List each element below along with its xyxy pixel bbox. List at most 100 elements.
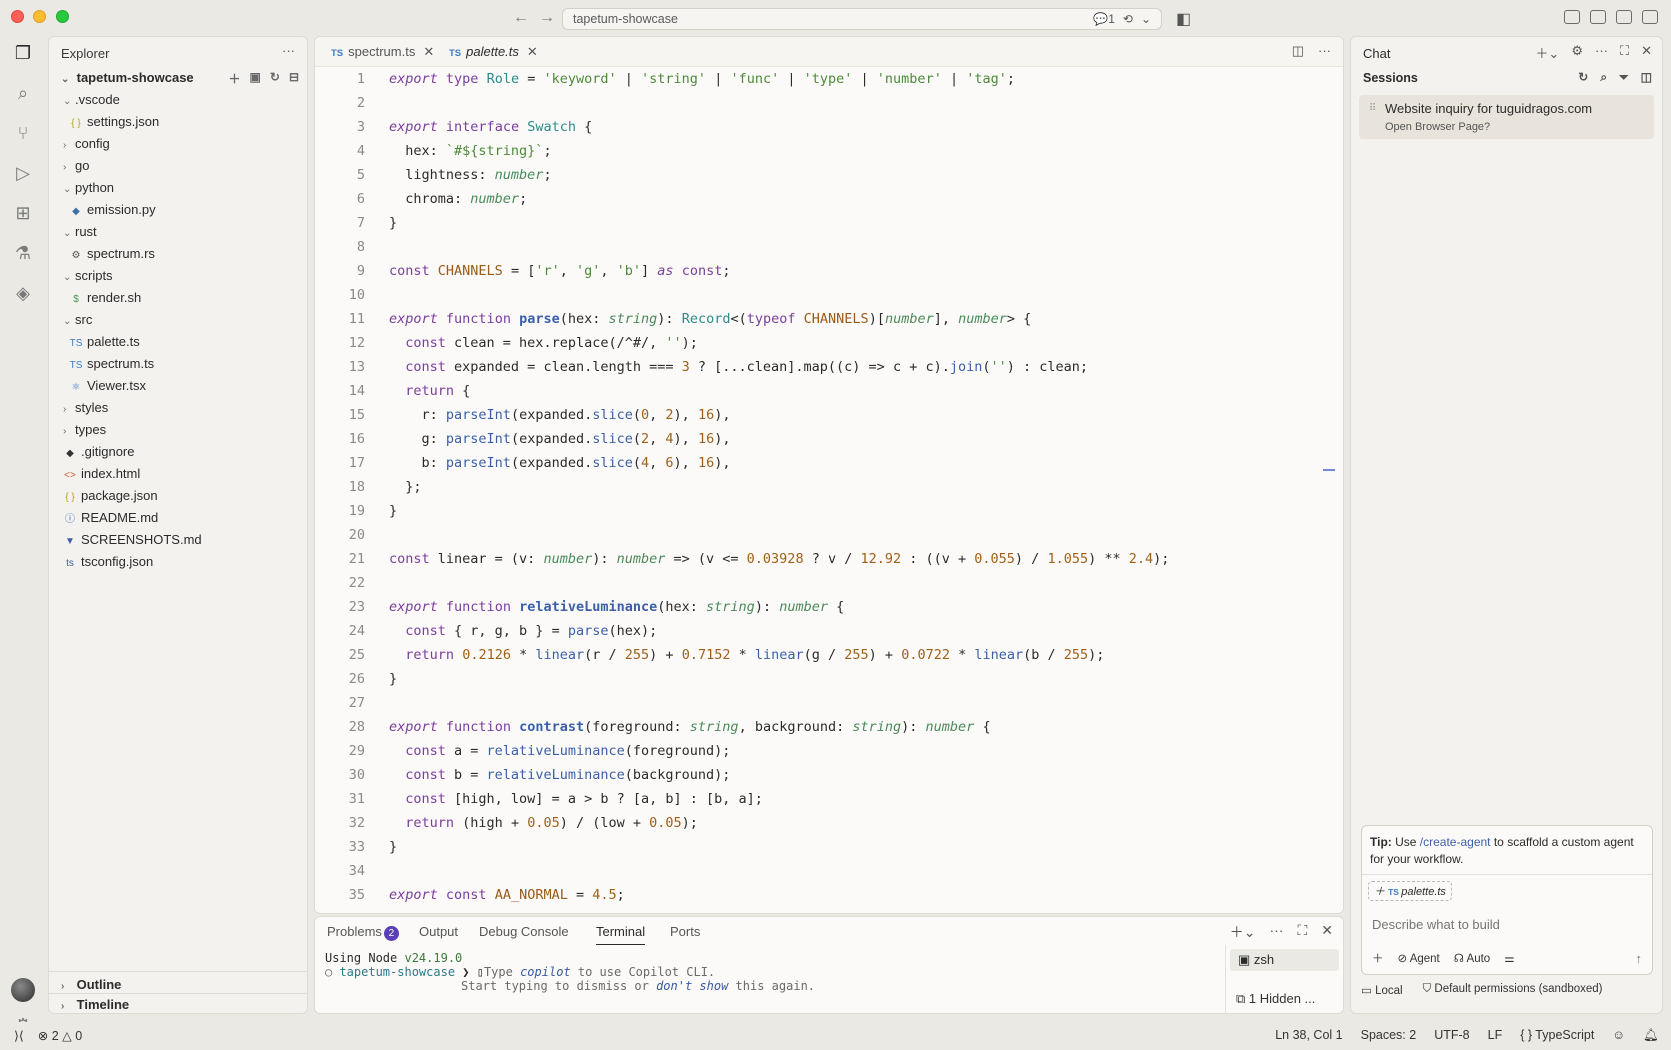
copilot-icon[interactable]: ◧	[1176, 9, 1191, 29]
tree-item[interactable]: › types	[49, 419, 307, 441]
explorer-icon[interactable]: ❐	[12, 42, 34, 64]
code-line[interactable]: 22	[315, 571, 1343, 595]
code-line[interactable]: 20	[315, 523, 1343, 547]
tree-item[interactable]: ⌄ src	[49, 309, 307, 331]
code-line[interactable]: 27	[315, 691, 1343, 715]
more-actions-icon[interactable]: ···	[1318, 43, 1331, 59]
remote-icon[interactable]: ⟩⟨	[14, 1028, 24, 1043]
copilot-status-icon[interactable]: ☺	[1612, 1028, 1625, 1043]
tree-item[interactable]: $ render.sh	[49, 287, 307, 309]
more-actions-icon[interactable]: ···	[1595, 43, 1608, 62]
tab-debug-console[interactable]: Debug Console	[479, 924, 569, 939]
hidden-terminals[interactable]: ⧉ 1 Hidden ...	[1236, 991, 1315, 1007]
cursor-position[interactable]: Ln 38, Col 1	[1275, 1028, 1342, 1043]
permissions-picker[interactable]: ⛉ Default permissions (sandboxed)	[1423, 983, 1603, 997]
code-line[interactable]: 28 export function contrast(foreground: s…	[315, 715, 1343, 739]
chat-title[interactable]: Chat	[1363, 46, 1390, 61]
code-line[interactable]: 17 b: parseInt(expanded.slice(4, 6), 16)…	[315, 451, 1343, 475]
chat-input[interactable]	[1372, 917, 1642, 932]
search-icon[interactable]: ⌕	[1600, 70, 1607, 85]
code-line[interactable]: 25 return 0.2126 * linear(r / 255) + 0.7…	[315, 643, 1343, 667]
tree-item[interactable]: ⓘ README.md	[49, 507, 307, 529]
tree-item[interactable]: ◆ .gitignore	[49, 441, 307, 463]
close-panel-icon[interactable]: ✕	[1321, 922, 1333, 942]
run-debug-icon[interactable]: ▷	[12, 162, 34, 184]
agent-mode-picker[interactable]: ⊘ Agent	[1398, 951, 1440, 965]
sync-icon[interactable]: ⟲	[1123, 12, 1133, 26]
tree-item[interactable]: › config	[49, 133, 307, 155]
tab-terminal[interactable]: Terminal	[596, 924, 646, 945]
maximize-panel-icon[interactable]: ⛶	[1297, 922, 1307, 942]
toggle-primary-sidebar-icon[interactable]	[1590, 10, 1606, 24]
code-line[interactable]: 33}	[315, 835, 1343, 859]
code-line[interactable]: 3 export interface Swatch {	[315, 115, 1343, 139]
send-icon[interactable]: ↑	[1636, 951, 1643, 966]
toggle-secondary-sidebar-icon[interactable]	[1642, 10, 1658, 24]
code-line[interactable]: 18 };	[315, 475, 1343, 499]
tree-item[interactable]: ⌄ rust	[49, 221, 307, 243]
code-line[interactable]: 8	[315, 235, 1343, 259]
refresh-icon[interactable]: ↻	[270, 70, 280, 87]
tab-palette-ts[interactable]: TS palette.ts ✕	[439, 37, 548, 67]
end-of-line[interactable]: LF	[1488, 1028, 1503, 1043]
close-window-button[interactable]	[11, 10, 24, 23]
tab-spectrum-ts[interactable]: TS spectrum.ts ✕	[321, 37, 444, 67]
command-center[interactable]: tapetum-showcase 💬1 ⟲ ⌄	[562, 8, 1162, 30]
tab-output[interactable]: Output	[419, 924, 458, 939]
language-mode[interactable]: { } TypeScript	[1520, 1028, 1594, 1043]
add-context-icon[interactable]: ＋	[1372, 950, 1384, 966]
tools-icon[interactable]: ⚌	[1504, 951, 1514, 965]
timeline-section[interactable]: › Timeline	[49, 993, 307, 1015]
tree-item[interactable]: ts tsconfig.json	[49, 551, 307, 573]
code-line[interactable]: 9 const CHANNELS = ['r', 'g', 'b'] as con…	[315, 259, 1343, 283]
tree-item[interactable]: ⌄ .vscode	[49, 89, 307, 111]
code-line[interactable]: 2	[315, 91, 1343, 115]
close-icon[interactable]: ✕	[527, 44, 538, 59]
testing-icon[interactable]: ⚗	[12, 242, 34, 264]
python-icon[interactable]: ◈	[12, 282, 34, 304]
code-editor[interactable]: 1 export type Role = 'keyword' | 'string'…	[315, 67, 1343, 907]
model-picker[interactable]: ☊ Auto	[1454, 951, 1490, 965]
code-line[interactable]: 14 return {	[315, 379, 1343, 403]
drag-handle-icon[interactable]: ⠿	[1369, 103, 1376, 114]
code-line[interactable]: 16 g: parseInt(expanded.slice(2, 4), 16)…	[315, 427, 1343, 451]
zoom-window-button[interactable]	[56, 10, 69, 23]
account-avatar[interactable]	[11, 978, 35, 1002]
tree-item[interactable]: ⚛ Viewer.tsx	[49, 375, 307, 397]
maximize-icon[interactable]: ⛶	[1620, 43, 1629, 62]
tree-item[interactable]: ⌄ python	[49, 177, 307, 199]
tree-item[interactable]: { } package.json	[49, 485, 307, 507]
code-line[interactable]: 10	[315, 283, 1343, 307]
new-folder-icon[interactable]: ▣	[250, 70, 261, 87]
customize-layout-icon[interactable]	[1564, 10, 1580, 24]
terminal-zsh[interactable]: ▣ zsh	[1230, 949, 1339, 971]
tree-item[interactable]: TS palette.ts	[49, 331, 307, 353]
code-line[interactable]: 32 return (high + 0.05) / (low + 0.05);	[315, 811, 1343, 835]
split-editor-icon[interactable]: ◫	[1292, 43, 1304, 59]
tree-item[interactable]: ◆ emission.py	[49, 199, 307, 221]
tree-item[interactable]: ▼ SCREENSHOTS.md	[49, 529, 307, 551]
code-line[interactable]: 29 const a = relativeLuminance(foregroun…	[315, 739, 1343, 763]
code-line[interactable]: 15 r: parseInt(expanded.slice(0, 2), 16)…	[315, 403, 1343, 427]
tree-item[interactable]: <> index.html	[49, 463, 307, 485]
close-icon[interactable]: ✕	[423, 44, 434, 59]
toggle-view-icon[interactable]: ◫	[1641, 70, 1652, 85]
code-line[interactable]: 11 export function parse(hex: string): Re…	[315, 307, 1343, 331]
minimize-window-button[interactable]	[33, 10, 46, 23]
encoding[interactable]: UTF-8	[1434, 1028, 1469, 1043]
tree-item[interactable]: › go	[49, 155, 307, 177]
new-chat-icon[interactable]: ＋⌄	[1535, 43, 1559, 62]
problems-status[interactable]: ⊗ 2 △ 0	[38, 1028, 82, 1043]
code-line[interactable]: 23 export function relativeLuminance(hex:…	[315, 595, 1343, 619]
refresh-icon[interactable]: ↻	[1578, 70, 1588, 85]
collapse-all-icon[interactable]: ⊟	[289, 70, 299, 87]
new-terminal-icon[interactable]: ＋⌄	[1230, 922, 1256, 942]
source-control-icon[interactable]: ⑂	[12, 122, 34, 144]
tree-item[interactable]: TS spectrum.ts	[49, 353, 307, 375]
tab-ports[interactable]: Ports	[670, 924, 700, 939]
workspace-root[interactable]: ⌄ tapetum-showcase ＋ ▣ ↻ ⊟	[49, 67, 307, 89]
terminal-output[interactable]: Using Node v24.19.0 ○ tapetum-showcase ❯…	[325, 951, 815, 993]
context-file-chip[interactable]: ＋ TS palette.ts	[1368, 881, 1452, 901]
search-icon[interactable]: ⌕	[12, 82, 34, 104]
back-arrow-icon[interactable]: ←	[513, 9, 529, 27]
